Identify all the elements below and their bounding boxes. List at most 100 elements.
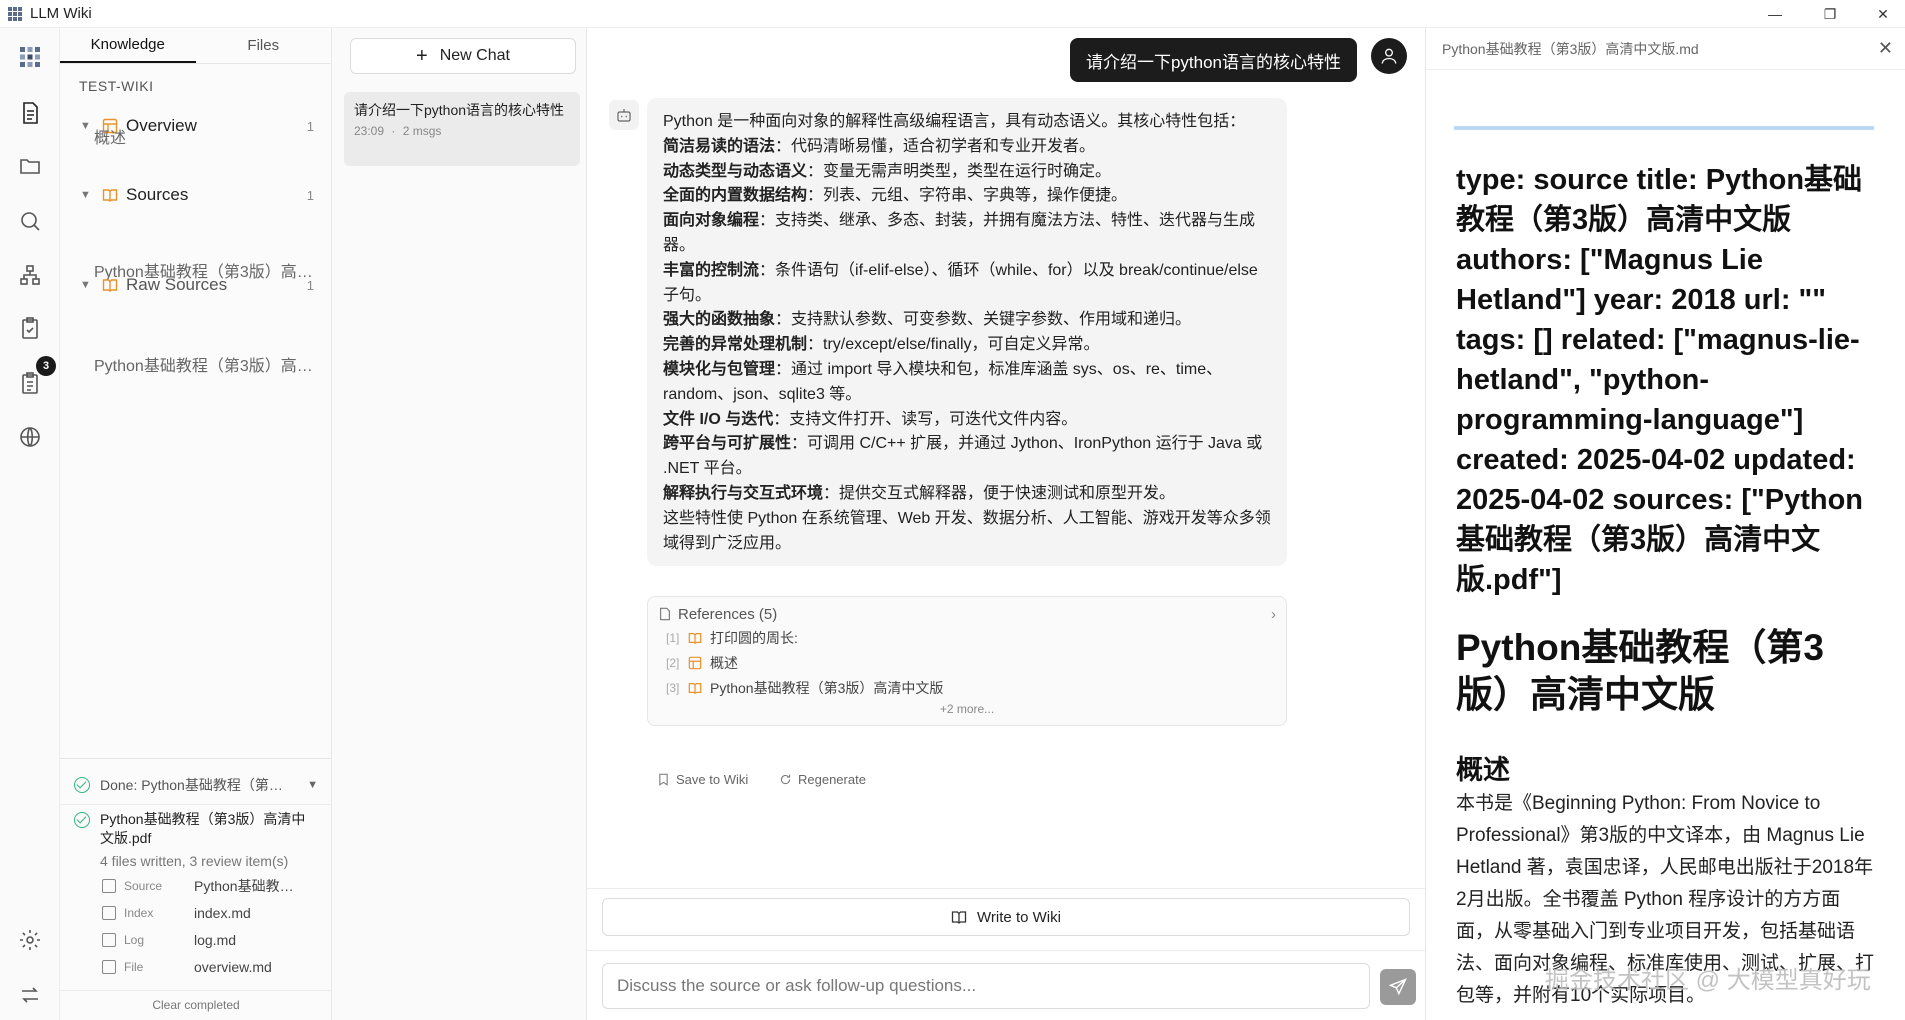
write-to-wiki-button[interactable]: Write to Wiki <box>602 898 1410 936</box>
user-avatar-icon <box>1371 38 1407 74</box>
frontmatter-text: type: source title: Python基础教程（第3版）高清中文版… <box>1456 164 1864 596</box>
tree-group-label: Raw Sources <box>126 275 228 294</box>
regenerate-button[interactable]: Regenerate <box>779 772 866 787</box>
answer-point: 面向对象编程：支持类、继承、多态、封装，并拥有魔法方法、特性、迭代器与生成器。 <box>663 212 1256 254</box>
tree-item-overview[interactable]: 概述 <box>94 124 314 148</box>
reference-item[interactable]: [3] Python基础教程（第3版）高清中文版 <box>666 675 1276 700</box>
frontmatter-rule <box>1454 126 1874 130</box>
chat-meta: 23:09 · 2 msgs <box>354 124 442 138</box>
reference-item[interactable]: [2] 概述 <box>666 650 1276 675</box>
file-icon <box>102 933 116 947</box>
maximize-button[interactable]: ❐ <box>1808 0 1852 28</box>
chat-title: 请介绍一下python语言的核心特性 <box>354 102 565 118</box>
answer-point: 简洁易读的语法：代码清晰易懂，适合初学者和专业开发者。 <box>663 137 1096 155</box>
save-to-wiki-button[interactable]: Save to Wiki <box>657 772 748 787</box>
tab-files[interactable]: Files <box>196 28 332 63</box>
answer-point: 丰富的控制流：条件语句（if-elif-else）、循环（while、for）以… <box>663 261 1258 304</box>
check-circle-icon <box>74 812 90 828</box>
file-icon <box>660 607 670 621</box>
answer-outro: 这些特性使 Python 在系统管理、Web 开发、数据分析、人工智能、游戏开发… <box>663 509 1271 552</box>
written-file-row[interactable]: File overview.md <box>102 954 322 980</box>
chevron-down-icon: ▼ <box>80 279 91 291</box>
chevron-down-icon: ▼ <box>80 189 91 201</box>
folder-icon[interactable] <box>15 151 45 181</box>
tab-knowledge[interactable]: Knowledge <box>60 28 196 63</box>
globe-icon[interactable] <box>15 422 45 452</box>
file-kind: Log <box>124 933 145 947</box>
chat-list-item[interactable]: 请介绍一下python语言的核心特性 23:09 · 2 msgs <box>344 92 580 166</box>
panel-tabs: Knowledge Files <box>60 28 331 64</box>
logo-grid-icon[interactable] <box>15 42 45 72</box>
knowledge-panel: Knowledge Files TEST-WIKI ▼ Overview 1 概… <box>60 28 332 1020</box>
document-viewer: Python基础教程（第3版）高清中文版.md ✕ type: source t… <box>1425 28 1905 1020</box>
references-panel[interactable]: References (5) › [1] 打印圆的周长: [2] 概述 [3] … <box>647 596 1287 726</box>
tree-item-raw-source[interactable]: Python基础教程（第3版）高清中文版.pdf <box>94 352 314 376</box>
file-name: log.md <box>194 932 237 948</box>
reference-number: [3] <box>666 680 680 695</box>
written-file-row[interactable]: Source Python基础教程（第3版）高清中文版.md <box>102 873 322 899</box>
tree-group-count: 1 <box>306 277 314 293</box>
reference-label: Python基础教程（第3版）高清中文版 <box>710 679 944 696</box>
layout-icon <box>688 656 702 669</box>
file-icon <box>102 960 116 974</box>
settings-icon[interactable] <box>15 925 45 955</box>
save-to-wiki-label: Save to Wiki <box>676 772 749 787</box>
book-open-icon <box>951 911 967 924</box>
job-row: Python基础教程（第3版）高清中文版.pdf <box>60 810 332 848</box>
check-circle-icon <box>74 777 90 793</box>
activity-bar: 3 <box>0 28 60 1020</box>
answer-point: 跨平台与可扩展性：可调用 C/C++ 扩展，并通过 Jython、IronPyt… <box>663 435 1263 478</box>
viewer-file-title: Python基础教程（第3版）高清中文版.md <box>1426 28 1905 70</box>
clipboard-check-icon[interactable] <box>15 313 45 343</box>
chevron-down-icon: ▼ <box>80 120 91 132</box>
chat-msg-count: 2 msgs <box>402 124 442 138</box>
reference-number: [1] <box>666 630 680 645</box>
close-viewer-icon[interactable]: ✕ <box>1878 38 1893 59</box>
answer-point: 文件 I/O 与迭代：支持文件打开、读写，可迭代文件内容。 <box>663 410 1078 428</box>
written-file-row[interactable]: Log log.md <box>102 927 322 953</box>
new-chat-label: New Chat <box>439 47 510 64</box>
chevron-right-icon: › <box>1271 605 1276 623</box>
tree-group-raw-sources[interactable]: ▼ Raw Sources 1 <box>60 270 332 300</box>
job-title: Python基础教程（第3版）高清中文版.pdf <box>100 811 306 846</box>
references-header[interactable]: References (5) › <box>658 603 1276 625</box>
chat-time: 23:09 <box>354 124 385 138</box>
divider <box>60 990 332 991</box>
document-icon[interactable] <box>15 98 45 128</box>
close-window-button[interactable]: ✕ <box>1861 0 1905 28</box>
refresh-icon <box>780 774 791 785</box>
references-more[interactable]: +2 more... <box>658 702 1276 716</box>
reference-item[interactable]: [1] 打印圆的周长: <box>666 625 1276 650</box>
wiki-name: TEST-WIKI <box>79 78 154 94</box>
job-summary: 4 files written, 3 review item(s) <box>100 853 289 869</box>
answer-point: 动态类型与动态语义：变量无需声明类型，类型在运行时确定。 <box>663 162 1112 180</box>
clear-completed-button[interactable]: Clear completed <box>60 998 332 1012</box>
answer-point: 全面的内置数据结构：列表、元组、字符串、字典等，操作便捷。 <box>663 187 1128 205</box>
book-icon <box>102 279 118 292</box>
answer-intro: Python 是一种面向对象的解释性高级编程语言，具有动态语义。其核心特性包括： <box>663 113 1246 130</box>
new-chat-button[interactable]: + New Chat <box>350 38 576 74</box>
send-icon <box>1388 978 1407 996</box>
section-heading: 概述 <box>1456 755 1510 785</box>
chat-input[interactable] <box>602 963 1370 1009</box>
chevron-down-icon[interactable]: ▼ <box>307 779 318 791</box>
chat-area: 请介绍一下python语言的核心特性 Python 是一种面向对象的解释性高级编… <box>587 28 1425 1020</box>
file-icon <box>102 879 116 893</box>
file-name: overview.md <box>194 959 272 975</box>
tree-group-sources[interactable]: ▼ Sources 1 <box>60 180 332 210</box>
book-icon <box>102 189 118 202</box>
search-icon[interactable] <box>15 206 45 236</box>
send-button[interactable] <box>1380 969 1416 1005</box>
plus-icon: + <box>416 45 428 67</box>
file-name: Python基础教程（第3版）高清中文版.md <box>194 878 304 894</box>
graph-icon[interactable] <box>15 260 45 290</box>
status-done-row[interactable]: Done: Python基础教程（第3版）高清中文版.pdf ▼ <box>60 774 332 796</box>
sync-icon[interactable] <box>15 980 45 1010</box>
minimize-button[interactable]: — <box>1753 0 1797 28</box>
written-file-row[interactable]: Index index.md <box>102 900 322 926</box>
answer-point: 完善的异常处理机制：try/except/else/finally，可自定义异常… <box>663 336 1100 354</box>
tree-group-count: 1 <box>306 187 314 203</box>
file-icon <box>102 906 116 920</box>
status-done-text: Done: Python基础教程（第3版）高清中文版.pdf <box>100 777 290 793</box>
title-bar: LLM Wiki — ❐ ✕ <box>0 0 1905 28</box>
